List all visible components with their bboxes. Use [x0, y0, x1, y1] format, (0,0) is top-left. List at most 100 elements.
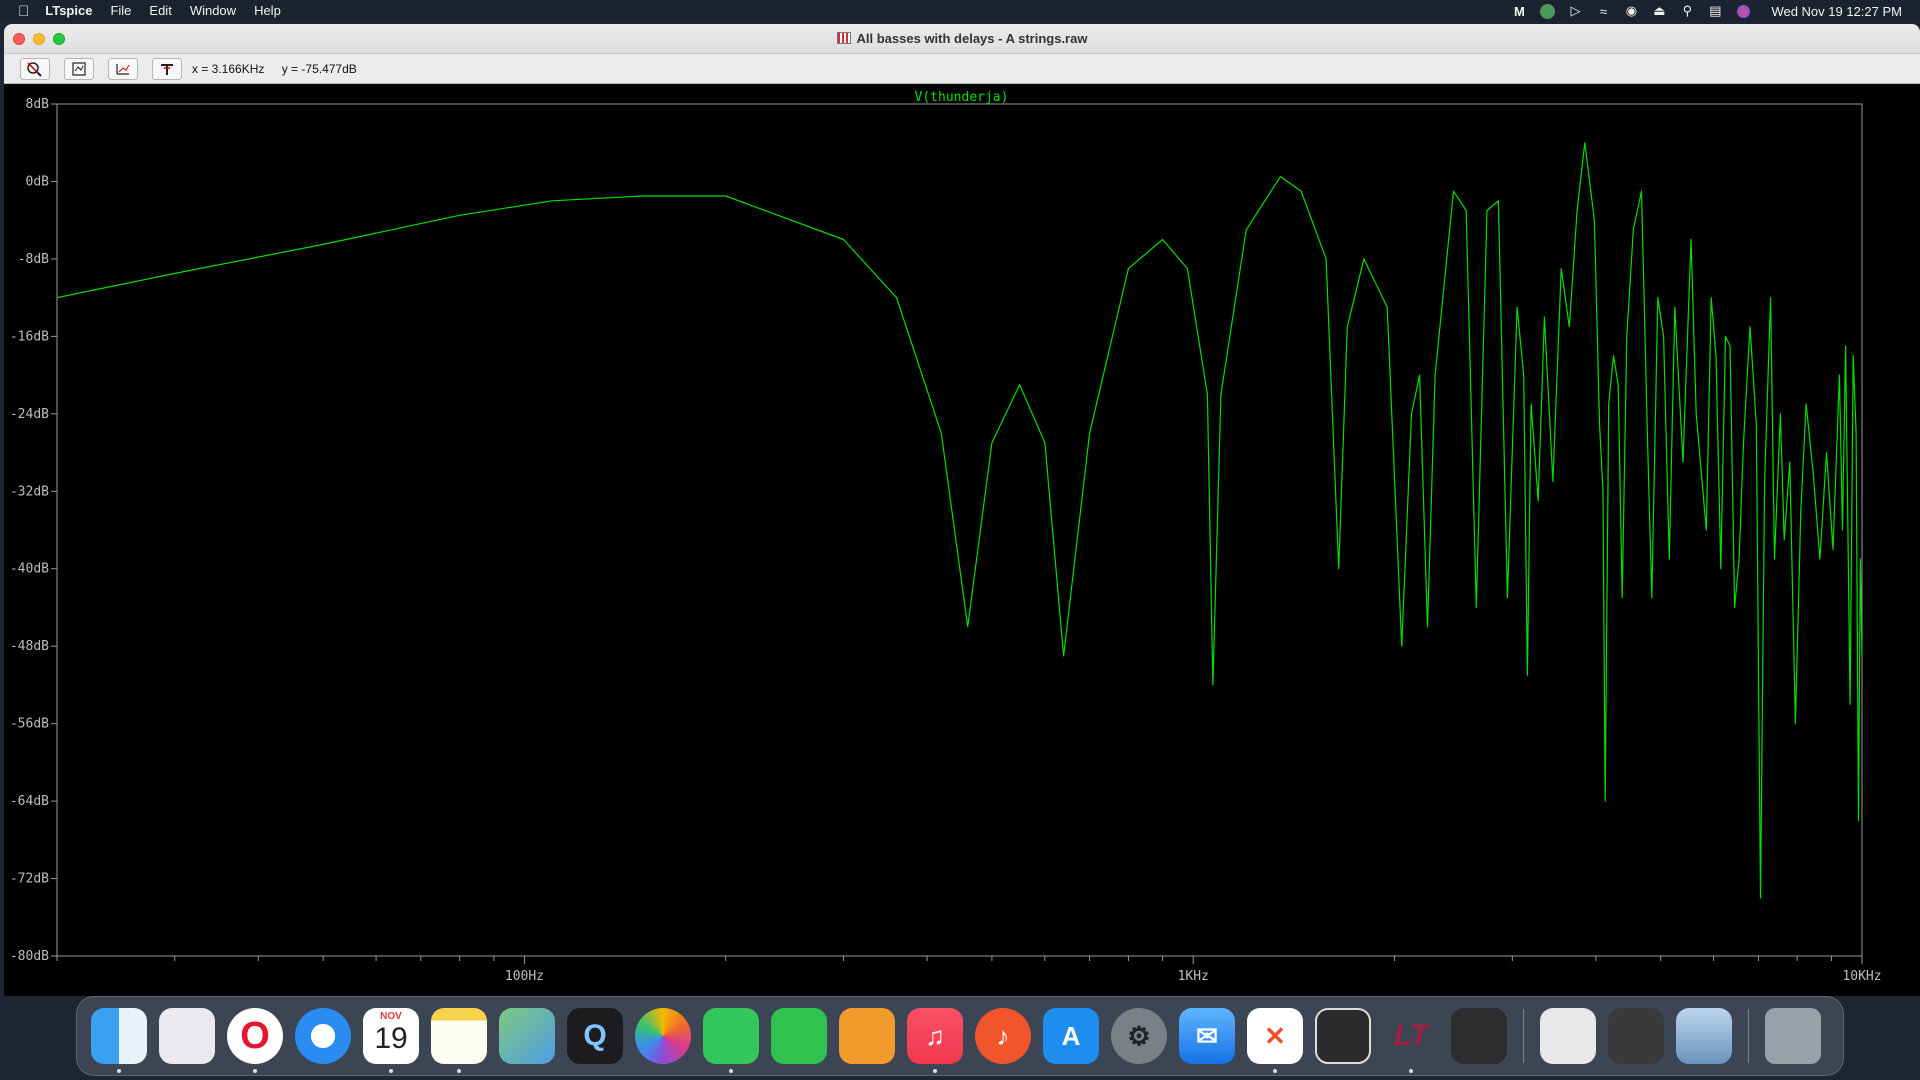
menu-window[interactable]: Window [181, 0, 245, 22]
y-tick-label: -48dB [10, 639, 49, 654]
y-tick-label: -40dB [10, 562, 49, 577]
trace-title: V(thunderja) [915, 90, 1009, 105]
window-title: All basses with delays - A strings.raw [4, 24, 1920, 54]
zoom-back-button[interactable] [108, 57, 138, 80]
menu-help[interactable]: Help [245, 0, 290, 22]
calculator-icon[interactable] [1451, 1008, 1507, 1064]
zoom-cancel-icon [27, 61, 42, 77]
menu-bar:  LTspice File Edit Window Help M ▷ ≈ ◉ … [0, 0, 1920, 22]
x-tick-label: 10KHz [1842, 969, 1881, 984]
chip-utility-icon[interactable] [1540, 1008, 1596, 1064]
running-indicator [1273, 1069, 1277, 1073]
waveform-window: All basses with delays - A strings.raw x… [4, 24, 1920, 996]
grammarly-icon[interactable] [1533, 0, 1561, 22]
messages-icon[interactable] [703, 1008, 759, 1073]
probe-icon [161, 63, 173, 75]
app-store-glyph: A [1061, 1020, 1081, 1051]
menu-app-name[interactable]: LTspice [29, 0, 101, 22]
menu-edit[interactable]: Edit [140, 0, 180, 22]
plot-area[interactable]: 8dB 0dB -8dB -16dB -24dB -32dB -40dB -48dB -56dB… [4, 84, 1920, 996]
window-title-text: All basses with delays - A strings.raw [856, 30, 1088, 46]
waveform-toolbar: x = 3.166KHz y = -75.477dB [4, 54, 1920, 84]
facetime-icon[interactable] [771, 1008, 827, 1064]
finder-icon[interactable] [91, 1008, 147, 1073]
cursor-y-readout: y = -75.477dB [281, 61, 357, 76]
running-indicator [729, 1069, 733, 1073]
capo-glyph: ♪ [996, 1020, 1010, 1051]
ltspice-glyph: LT [1393, 1019, 1429, 1052]
screenshot-icon[interactable] [1315, 1008, 1371, 1064]
maps-icon[interactable] [499, 1008, 555, 1064]
y-tick-label: -16dB [10, 329, 49, 344]
trash-icon[interactable] [1765, 1008, 1821, 1064]
search-icon[interactable]: ⚲ [1673, 0, 1701, 22]
menu-clock[interactable]: Wed Nov 19 12:27 PM [1757, 4, 1902, 19]
y-tick-label: 8dB [26, 97, 50, 112]
mail-glyph: ✉ [1196, 1020, 1218, 1051]
running-indicator [389, 1069, 393, 1073]
x-tick-label: 100Hz [505, 969, 544, 984]
dock-separator [1748, 1009, 1749, 1063]
pages-icon[interactable] [839, 1008, 895, 1064]
system-settings-glyph: ⚙ [1127, 1020, 1151, 1051]
quicktime-icon[interactable]: Q [567, 1008, 623, 1064]
zoom-cancel-button[interactable] [20, 57, 50, 80]
notes-icon[interactable] [431, 1008, 487, 1073]
safari-icon[interactable] [295, 1008, 351, 1064]
ltspice-icon[interactable]: LT [1383, 1008, 1439, 1073]
app-store-icon[interactable]: A [1043, 1008, 1099, 1064]
calendar-day-label: 19 [374, 1022, 408, 1055]
running-indicator [253, 1069, 257, 1073]
y-tick-label: -24dB [10, 407, 49, 422]
y-tick-label: -32dB [10, 484, 49, 499]
running-indicator [933, 1069, 937, 1073]
spark-glyph: ✕ [1264, 1020, 1286, 1051]
wifi-icon[interactable]: ≈ [1589, 0, 1617, 22]
spark-icon[interactable]: ✕ [1247, 1008, 1303, 1073]
menu-file[interactable]: File [101, 0, 140, 22]
mail-icon[interactable]: ✉ [1179, 1008, 1235, 1064]
photos-icon[interactable] [635, 1008, 691, 1064]
capo-icon[interactable]: ♪ [975, 1008, 1031, 1064]
cursor-readout: x = 3.166KHz y = -75.477dB [192, 62, 371, 76]
running-indicator [1409, 1069, 1413, 1073]
opera-icon[interactable]: O [227, 1008, 283, 1073]
siri-icon[interactable] [1729, 0, 1757, 22]
y-tick-label: -72dB [10, 872, 49, 887]
y-tick-label: -80dB [10, 949, 49, 964]
zoom-fit-button[interactable] [64, 57, 94, 80]
trace-line [56, 142, 1863, 899]
quicktime-glyph: Q [583, 1019, 607, 1052]
play-icon[interactable]: ▷ [1561, 0, 1589, 22]
zoom-fit-icon [72, 61, 86, 76]
y-tick-label: -64dB [10, 794, 49, 809]
dock-separator [1523, 1009, 1524, 1063]
eject-icon[interactable]: ⏏ [1645, 0, 1673, 22]
x-tick-label: 1KHz [1178, 969, 1209, 984]
dock: O NOV 19 Q ♫ ♪ A ⚙ ✉ ✕ LT [76, 996, 1844, 1076]
system-settings-icon[interactable]: ⚙ [1111, 1008, 1167, 1064]
control-center-icon[interactable]: ▤ [1701, 0, 1729, 22]
opera-glyph: O [240, 1014, 270, 1057]
y-tick-label: -56dB [10, 717, 49, 732]
image-capture-icon[interactable] [1608, 1008, 1664, 1064]
mimestream-icon[interactable]: M [1505, 0, 1533, 22]
zoom-back-icon [116, 63, 130, 75]
user-icon[interactable]: ◉ [1617, 0, 1645, 22]
calendar-month-label: NOV [380, 1011, 402, 1022]
window-titlebar: All basses with delays - A strings.raw [4, 24, 1920, 54]
calendar-icon[interactable]: NOV 19 [363, 1008, 419, 1073]
bode-plot[interactable]: 8dB 0dB -8dB -16dB -24dB -32dB -40dB -48dB -56dB… [4, 84, 1920, 996]
plot-frame [56, 103, 1863, 957]
music-icon[interactable]: ♫ [907, 1008, 963, 1073]
music-glyph: ♫ [925, 1020, 945, 1051]
y-tick-label: -8dB [18, 252, 49, 267]
launchpad-icon[interactable] [159, 1008, 215, 1064]
raw-file-icon [836, 31, 851, 44]
apple-menu-icon[interactable]:  [18, 3, 29, 20]
running-indicator [117, 1069, 121, 1073]
preview-icon[interactable] [1676, 1008, 1732, 1064]
running-indicator [457, 1069, 461, 1073]
cursor-x-readout: x = 3.166KHz [192, 61, 265, 76]
probe-button[interactable] [152, 57, 182, 80]
